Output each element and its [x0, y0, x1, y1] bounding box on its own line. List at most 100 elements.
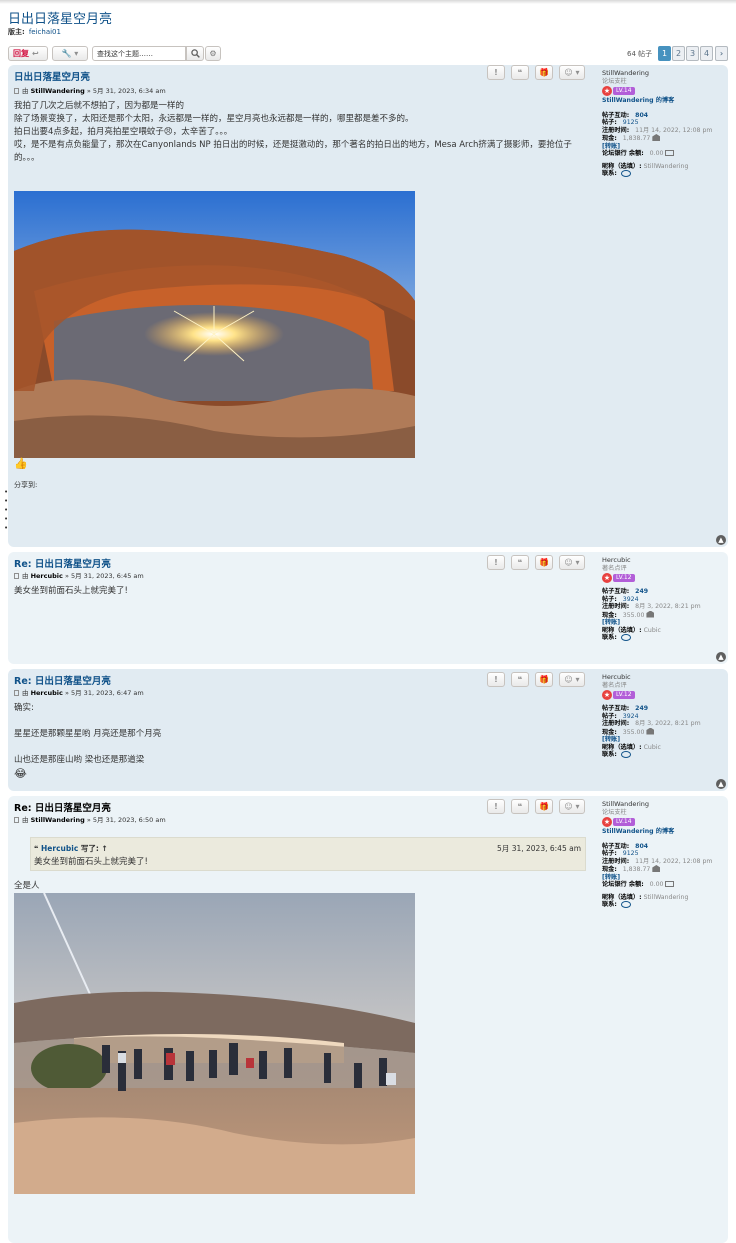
share-label: 分享到: — [14, 481, 38, 489]
moderators-label: 版主: — [8, 28, 25, 36]
post-title[interactable]: Re: 日出日落星空月亮 — [14, 800, 111, 814]
crowd-at-mesa-arch-photo[interactable] — [14, 893, 415, 1194]
transfer-link[interactable]: [转账] — [602, 736, 724, 744]
gift-button[interactable]: 🎁 — [535, 672, 553, 687]
page-3[interactable]: 3 — [686, 46, 699, 61]
quote-author[interactable]: Hercubic — [41, 844, 78, 853]
profile-blog-link[interactable]: StillWandering 的博客 — [602, 97, 724, 105]
reaction-button[interactable]: ☺ ▾ — [559, 65, 585, 80]
report-button[interactable]: ! — [487, 555, 505, 570]
profile-nickname: Cubic — [643, 743, 661, 751]
action-bar: 回复 ↩ 🔧 ▾ 查找这个主题…… ⚙ 64 帖子 1 2 3 4 › — [8, 46, 728, 62]
post-time: » 5月 31, 2023, 6:45 am — [64, 572, 144, 580]
gift-button[interactable]: 🎁 — [535, 65, 553, 80]
search-button[interactable] — [186, 46, 204, 61]
post-time: » 5月 31, 2023, 6:34 am — [86, 87, 166, 95]
bank-icon — [652, 865, 661, 872]
moderator-link[interactable]: feichai01 — [29, 28, 61, 36]
contact-icon[interactable] — [620, 634, 631, 641]
star-icon: ★ — [602, 817, 612, 827]
page-2[interactable]: 2 — [672, 46, 685, 61]
contact-icon[interactable] — [620, 901, 631, 908]
post-icon — [14, 573, 19, 579]
post-author[interactable]: StillWandering — [31, 816, 85, 824]
gift-button[interactable]: 🎁 — [535, 799, 553, 814]
gear-icon: ⚙ — [209, 49, 217, 58]
topic-title[interactable]: 日出日落星空月亮 — [8, 8, 112, 27]
post-author[interactable]: Hercubic — [31, 689, 63, 697]
report-button[interactable]: ! — [487, 65, 505, 80]
profile-interactions[interactable]: 249 — [635, 705, 648, 712]
quote-text: 美女坐到前面石头上就完美了! — [34, 857, 148, 867]
report-button[interactable]: ! — [487, 799, 505, 814]
post-4: Re: 日出日落星空月亮 由 StillWandering » 5月 31, 2… — [8, 796, 728, 1243]
reaction-button[interactable]: ☺ ▾ — [559, 799, 585, 814]
transfer-link[interactable]: [转账] — [602, 874, 724, 882]
profile-bank: 0.00 — [649, 150, 664, 157]
post-author[interactable]: Hercubic — [31, 572, 63, 580]
wrench-icon: 🔧 — [61, 49, 72, 58]
post-title[interactable]: Re: 日出日落星空月亮 — [14, 556, 111, 570]
profile-nickname: Cubic — [643, 626, 661, 634]
topic-search-input[interactable]: 查找这个主题…… — [92, 46, 186, 61]
profile-interactions[interactable]: 804 — [635, 843, 648, 850]
post-content: 全是人 — [14, 881, 40, 891]
post-author-line: 由 Hercubic » 5月 31, 2023, 6:47 am — [14, 687, 144, 697]
profile-interactions[interactable]: 804 — [635, 112, 648, 119]
page-4[interactable]: 4 — [700, 46, 713, 61]
mesa-arch-sunrise-photo[interactable] — [14, 191, 415, 458]
profile-username[interactable]: StillWandering — [602, 800, 724, 809]
post-title[interactable]: 日出日落星空月亮 — [14, 69, 90, 83]
profile-posts[interactable]: 3924 — [623, 713, 639, 720]
reaction-button[interactable]: ☺ ▾ — [559, 672, 585, 687]
post-author[interactable]: StillWandering — [31, 87, 85, 95]
contact-icon[interactable] — [620, 751, 631, 758]
next-page-button[interactable]: › — [715, 46, 728, 61]
profile-posts[interactable]: 9125 — [623, 119, 639, 126]
topic-tools-button[interactable]: 🔧 ▾ — [52, 46, 88, 61]
star-icon: ★ — [602, 86, 612, 96]
profile-posts[interactable]: 9125 — [623, 850, 639, 857]
post-author-line: 由 Hercubic » 5月 31, 2023, 6:45 am — [14, 570, 144, 580]
caret-down-icon: ▾ — [74, 49, 79, 58]
profile-joined: 11月 14, 2022, 12:08 pm — [635, 857, 713, 865]
profile-interactions[interactable]: 249 — [635, 588, 648, 595]
gift-button[interactable]: 🎁 — [535, 555, 553, 570]
laughing-emoji-icon: 😂 — [14, 767, 27, 780]
profile-username[interactable]: StillWandering — [602, 69, 724, 78]
quote-button[interactable]: ❝ — [511, 672, 529, 687]
profile-blog-link[interactable]: StillWandering 的博客 — [602, 828, 724, 836]
advanced-search-button[interactable]: ⚙ — [205, 46, 221, 61]
back-to-top-button[interactable]: ▲ — [716, 652, 726, 662]
transfer-link[interactable]: [转账] — [602, 143, 724, 151]
profile-rank: 论坛支柱 — [602, 808, 627, 816]
profile-rank: 论坛支柱 — [602, 77, 627, 85]
profile-joined: 11月 14, 2022, 12:08 pm — [635, 126, 713, 134]
quote-button[interactable]: ❝ — [511, 799, 529, 814]
back-to-top-button[interactable]: ▲ — [716, 535, 726, 545]
profile-username[interactable]: Hercubic — [602, 556, 724, 565]
profile-cash: 1,838.77 — [622, 135, 651, 142]
post-title[interactable]: Re: 日出日落星空月亮 — [14, 673, 111, 687]
search-icon — [190, 49, 200, 58]
quote-button[interactable]: ❝ — [511, 555, 529, 570]
reply-button[interactable]: 回复 ↩ — [8, 46, 48, 61]
transfer-link[interactable]: [转账] — [602, 619, 724, 627]
level-badge: ★ LV.14 — [602, 817, 635, 827]
profile-username[interactable]: Hercubic — [602, 673, 724, 682]
quote-block: ❝ Hercubic 写了: ↑ 5月 31, 2023, 6:45 am 美女… — [30, 837, 586, 871]
post-content: 美女坐到前面石头上就完美了! — [14, 586, 128, 596]
reaction-button[interactable]: ☺ ▾ — [559, 555, 585, 570]
profile-rank: 著名点评 — [602, 681, 627, 689]
post-icon — [14, 88, 19, 94]
quote-button[interactable]: ❝ — [511, 65, 529, 80]
profile-posts[interactable]: 3924 — [623, 596, 639, 603]
report-button[interactable]: ! — [487, 672, 505, 687]
contact-icon[interactable] — [620, 170, 631, 177]
page-1[interactable]: 1 — [658, 46, 671, 61]
bank-icon — [652, 134, 661, 141]
author-profile: Hercubic 著名点评 ★ LV.12 帖子互动: 249 帖子: 3924 … — [602, 556, 724, 642]
quote-jump-arrow[interactable]: ↑ — [102, 844, 108, 853]
author-profile: StillWandering 论坛支柱 ★ LV.14 StillWanderin… — [602, 69, 724, 178]
back-to-top-button[interactable]: ▲ — [716, 779, 726, 789]
